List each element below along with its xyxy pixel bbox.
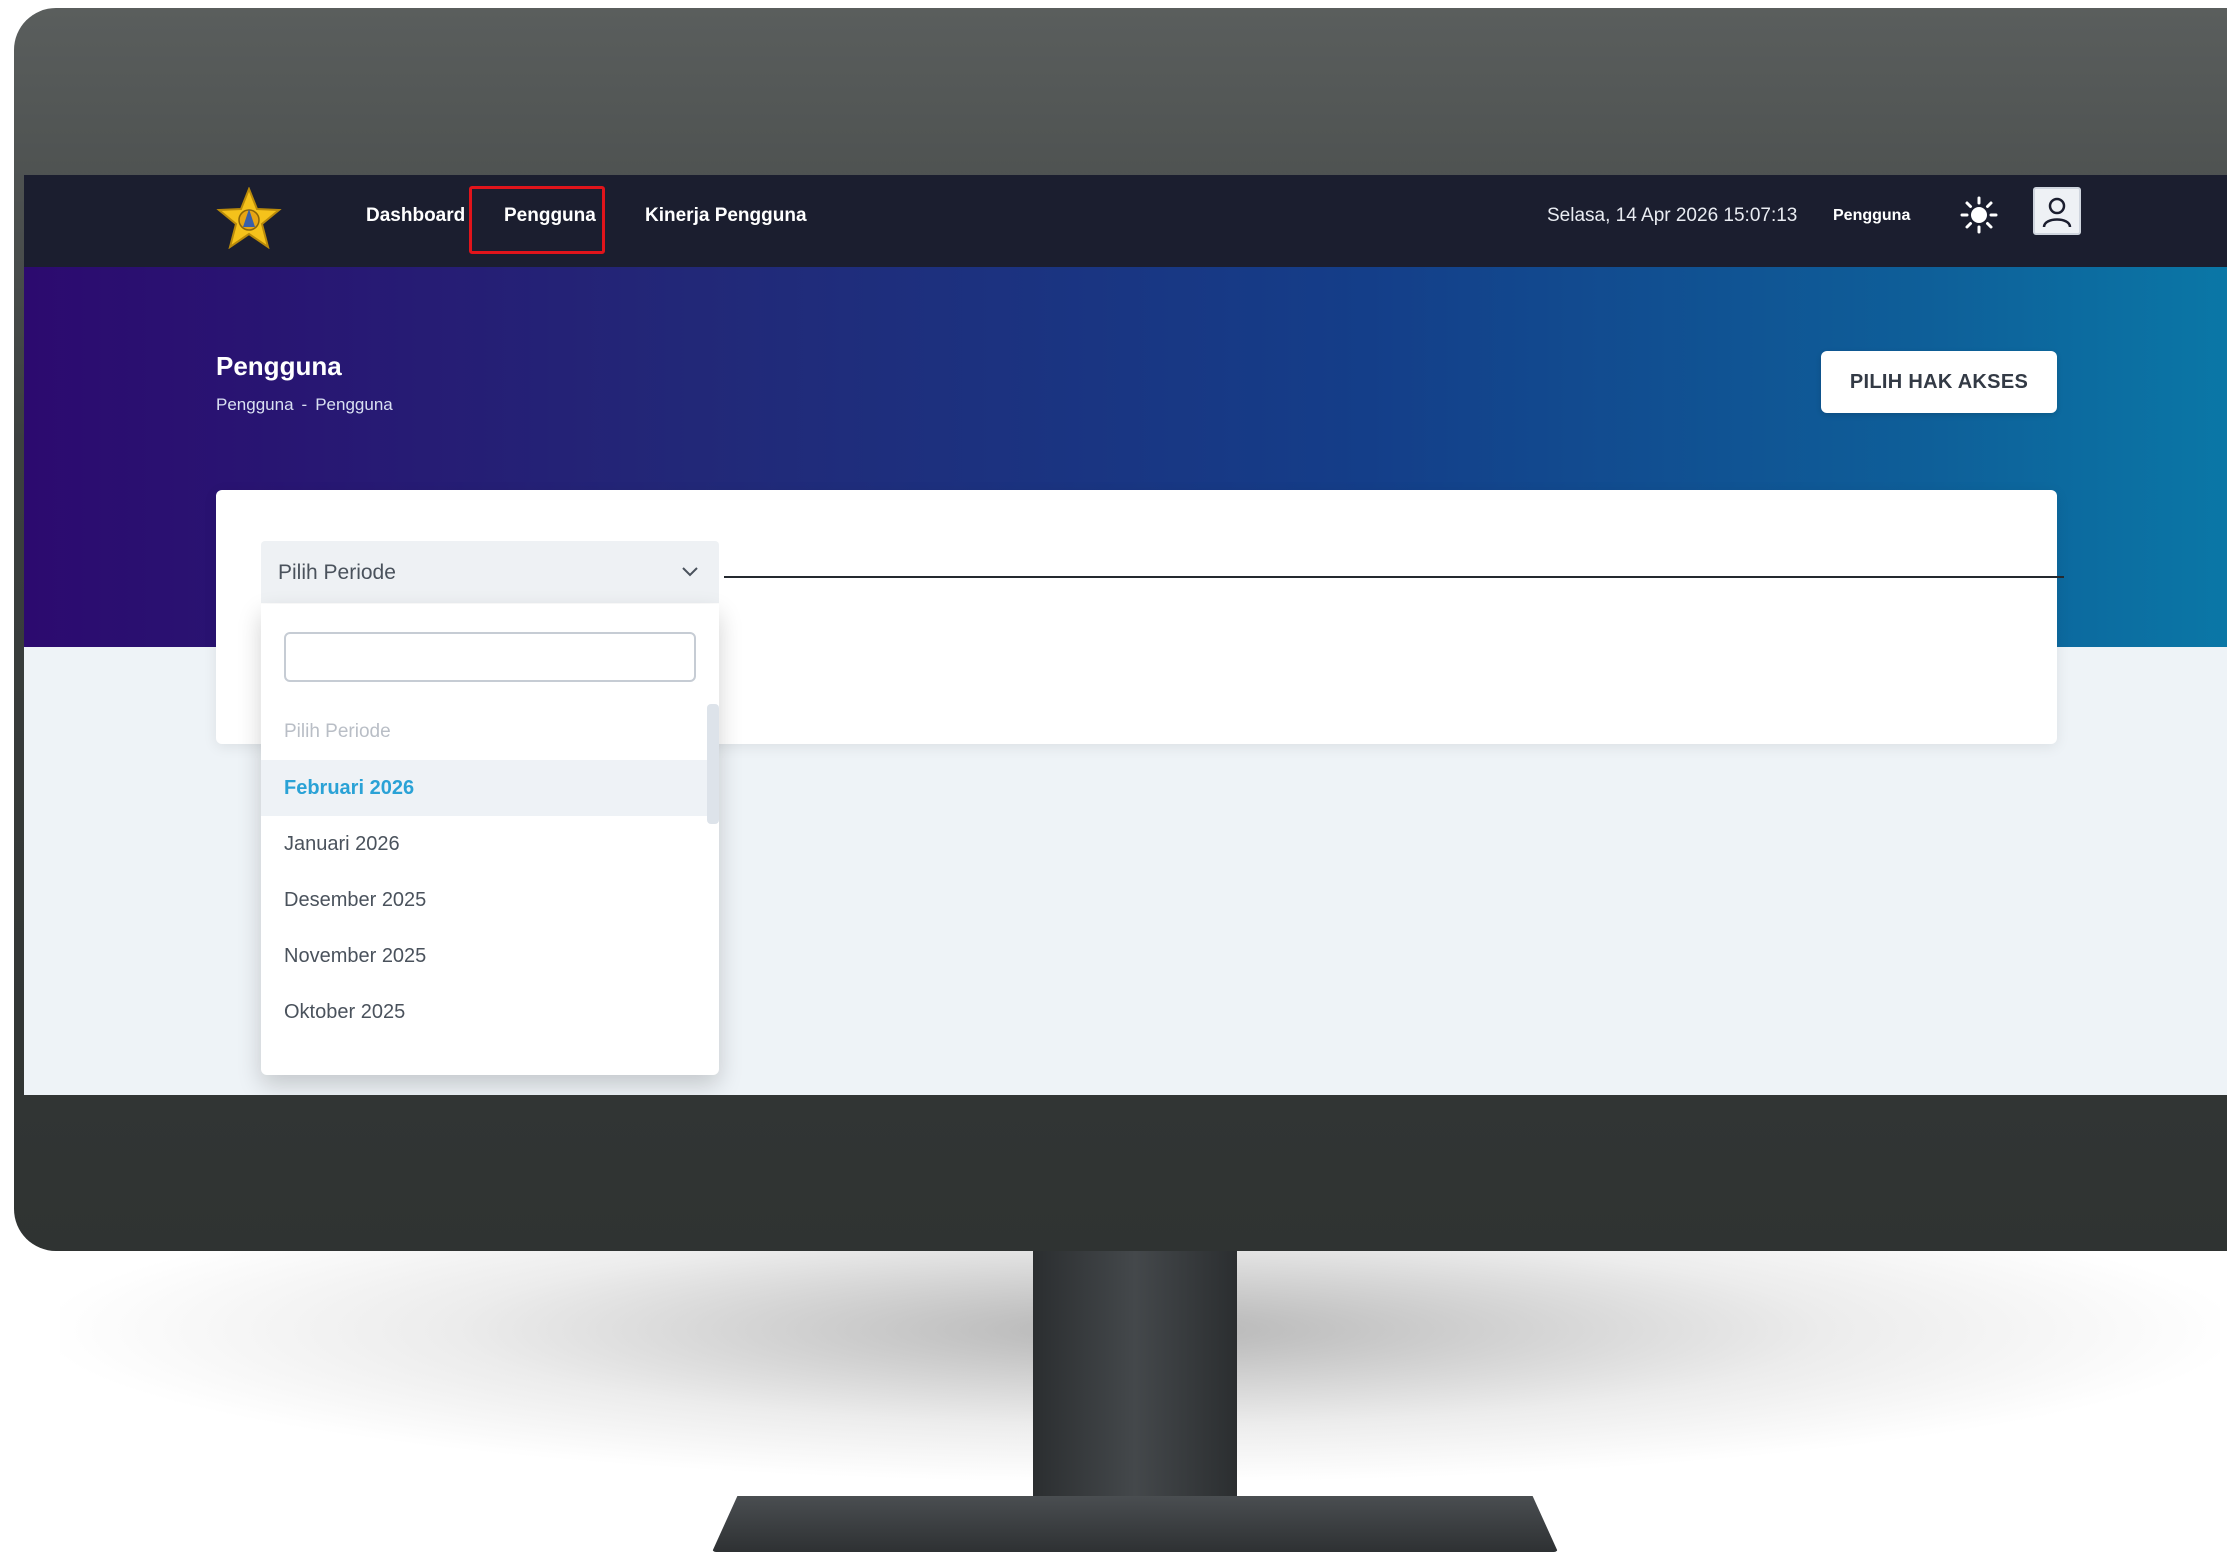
- breadcrumb-item-current: Pengguna: [315, 395, 393, 414]
- period-select[interactable]: Pilih Periode: [261, 541, 719, 603]
- page-title: Pengguna: [216, 351, 342, 381]
- nav-dashboard[interactable]: Dashboard: [366, 205, 465, 227]
- user-role-label[interactable]: Pengguna: [1833, 207, 1910, 225]
- choose-access-button[interactable]: PILIH HAK AKSES: [1821, 351, 2057, 413]
- period-select-label: Pilih Periode: [278, 561, 396, 584]
- user-avatar[interactable]: [2033, 187, 2081, 235]
- period-dropdown-panel: Pilih Periode Februari 2026 Januari 2026…: [261, 604, 719, 1075]
- monitor-bezel: Dashboard Pengguna Kinerja Pengguna Sela…: [14, 8, 2227, 1251]
- period-search-input[interactable]: [284, 632, 696, 682]
- option-februari-2026[interactable]: Februari 2026: [261, 760, 707, 816]
- sun-icon[interactable]: [1959, 195, 1999, 235]
- option-januari-2026[interactable]: Januari 2026: [261, 816, 707, 872]
- user-avatar-icon: [2042, 197, 2072, 228]
- option-desember-2025[interactable]: Desember 2025: [261, 872, 707, 928]
- nav-kinerja-pengguna[interactable]: Kinerja Pengguna: [645, 205, 807, 227]
- logo-emblem-icon[interactable]: [216, 187, 282, 249]
- period-options-list: Pilih Periode Februari 2026 Januari 2026…: [261, 704, 719, 1040]
- current-datetime: Selasa, 14 Apr 2026 15:07:13: [1547, 205, 1798, 226]
- dropdown-scrollbar[interactable]: [707, 704, 719, 824]
- top-navbar: Dashboard Pengguna Kinerja Pengguna Sela…: [24, 175, 2227, 267]
- monitor-stand-base: [712, 1496, 1558, 1552]
- option-november-2025[interactable]: November 2025: [261, 928, 707, 984]
- breadcrumb-item[interactable]: Pengguna: [216, 395, 294, 415]
- option-placeholder[interactable]: Pilih Periode: [261, 704, 707, 760]
- breadcrumb-separator: -: [301, 395, 308, 414]
- nav-pengguna-highlight: [469, 186, 605, 254]
- divider-line: [724, 576, 2064, 578]
- breadcrumb: Pengguna - Pengguna: [216, 395, 393, 415]
- app-screen: Dashboard Pengguna Kinerja Pengguna Sela…: [24, 175, 2227, 1095]
- chevron-down-icon: [682, 567, 698, 577]
- monitor-stand-neck: [1033, 1245, 1237, 1530]
- option-oktober-2025[interactable]: Oktober 2025: [261, 984, 707, 1040]
